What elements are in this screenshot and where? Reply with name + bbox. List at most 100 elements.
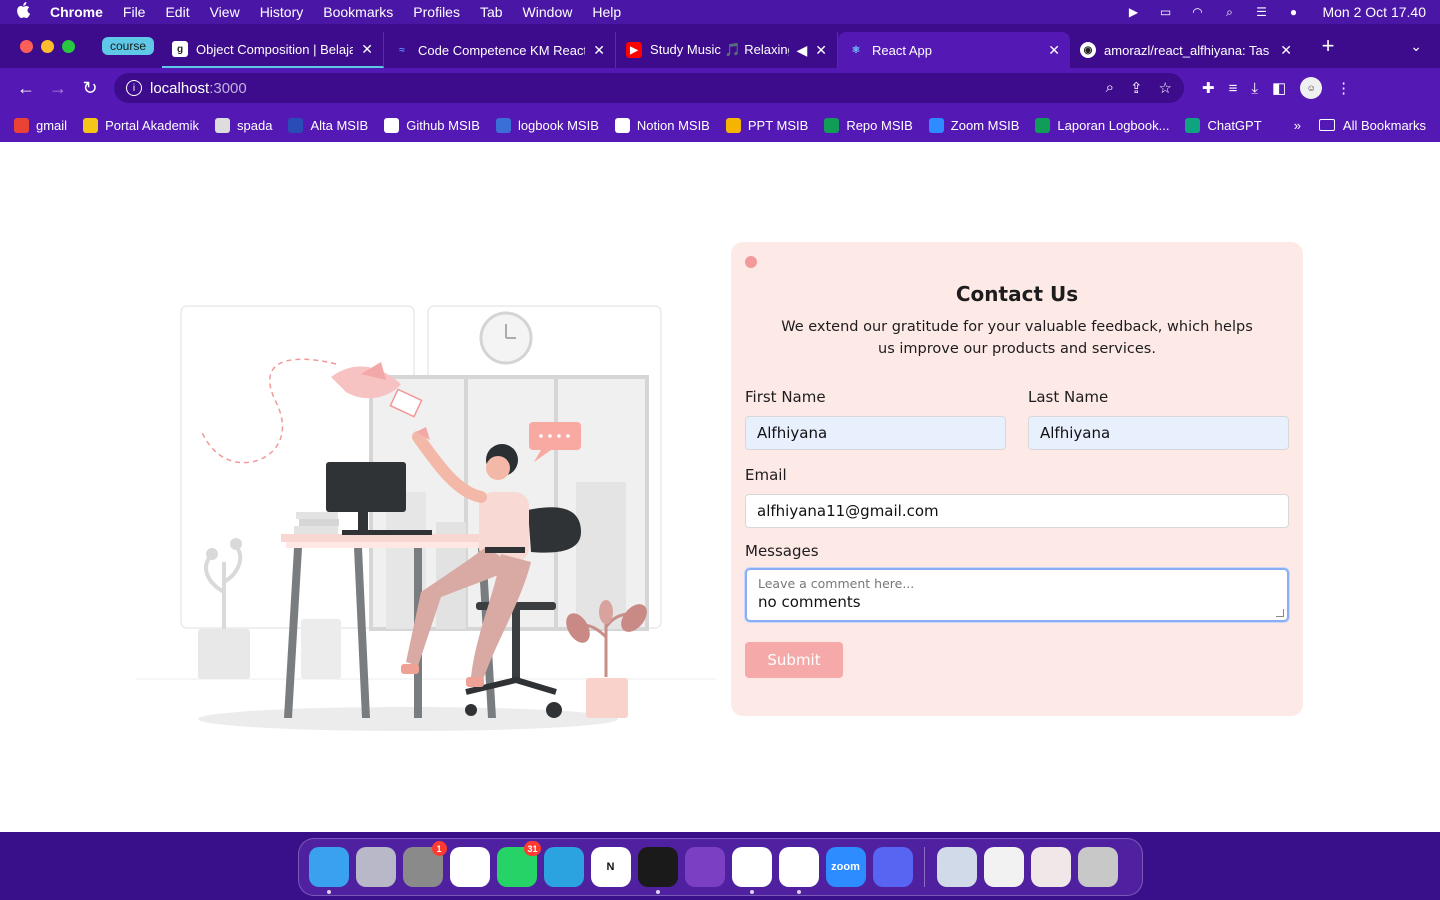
- tab-study-music[interactable]: ▶ Study Music 🎵 Relaxing ◀ ✕: [616, 32, 839, 68]
- bookmark-item[interactable]: Repo MSIB: [824, 117, 913, 133]
- back-icon[interactable]: ←: [10, 78, 42, 99]
- close-window-button[interactable]: [20, 39, 33, 53]
- bookmark-item[interactable]: Alta MSIB: [288, 117, 368, 133]
- last-name-input[interactable]: Alfhiyana: [1028, 416, 1289, 450]
- chatgpt-icon: [1185, 117, 1201, 133]
- wifi-icon[interactable]: ◠: [1188, 5, 1206, 19]
- extensions-icon[interactable]: ✚: [1202, 79, 1215, 97]
- dock-separator: [924, 847, 925, 887]
- bookmark-item[interactable]: ChatGPT: [1185, 117, 1262, 133]
- play-icon[interactable]: ▶: [1124, 5, 1142, 19]
- downloads-stack-icon[interactable]: [1030, 847, 1071, 887]
- tab-github-repo[interactable]: ◉ amorazl/react_alfhiyana: Tas ✕: [1070, 32, 1302, 68]
- vscode-icon[interactable]: [731, 847, 772, 894]
- textedit-icon[interactable]: [983, 847, 1024, 887]
- email-input[interactable]: alfhiyana11@gmail.com: [745, 494, 1289, 528]
- audio-icon[interactable]: ◀: [797, 42, 808, 59]
- app-name[interactable]: Chrome: [50, 4, 103, 20]
- zoom-icon[interactable]: ⌕: [1106, 79, 1114, 97]
- bookmark-item[interactable]: Notion MSIB: [614, 117, 710, 133]
- submit-button[interactable]: Submit: [745, 642, 843, 678]
- slack-icon[interactable]: [449, 847, 490, 887]
- url-port: :3000: [209, 79, 247, 97]
- menu-view[interactable]: View: [210, 4, 240, 20]
- tab-search-icon[interactable]: ⌄: [1410, 38, 1422, 55]
- whatsapp-icon[interactable]: 31: [496, 841, 541, 887]
- bookmark-star-icon[interactable]: ☆: [1159, 79, 1172, 97]
- media-controls-icon[interactable]: ≡: [1229, 80, 1238, 97]
- terminal-icon[interactable]: [637, 847, 678, 894]
- preview-icon[interactable]: [936, 847, 977, 887]
- tab-title: Code Competence KM React: [418, 42, 586, 58]
- side-panel-icon[interactable]: ◧: [1272, 79, 1286, 97]
- bookmark-item[interactable]: logbook MSIB: [495, 117, 599, 133]
- menu-tab[interactable]: Tab: [480, 4, 503, 20]
- menu-help[interactable]: Help: [592, 4, 621, 20]
- bookmark-item[interactable]: Zoom MSIB: [928, 117, 1019, 133]
- zoom-icon[interactable]: zoom: [825, 847, 866, 887]
- first-name-input[interactable]: Alfhiyana: [745, 416, 1006, 450]
- bookmark-item[interactable]: Portal Akademik: [83, 117, 199, 133]
- menu-window[interactable]: Window: [523, 4, 573, 20]
- bookmarks-overflow-button[interactable]: »: [1294, 118, 1301, 133]
- email-label: Email: [745, 466, 787, 484]
- resize-handle-icon[interactable]: [1276, 609, 1284, 617]
- bookmark-label: Repo MSIB: [846, 117, 913, 133]
- battery-icon[interactable]: ▭: [1156, 5, 1174, 19]
- menu-profiles[interactable]: Profiles: [413, 4, 460, 20]
- last-name-group: Last Name Alfhiyana: [1028, 388, 1289, 450]
- forward-icon[interactable]: →: [42, 78, 74, 99]
- control-center-icon[interactable]: ☰: [1252, 5, 1270, 19]
- address-bar[interactable]: i localhost :3000 ⌕ ⇪ ☆: [114, 73, 1184, 103]
- running-indicator: [655, 890, 660, 894]
- discord-icon[interactable]: [872, 847, 913, 887]
- trash-icon[interactable]: [1077, 847, 1118, 887]
- share-icon[interactable]: ⇪: [1130, 79, 1143, 97]
- new-tab-button[interactable]: +: [1316, 33, 1340, 59]
- close-icon[interactable]: ✕: [361, 41, 373, 58]
- bookmark-label: Notion MSIB: [636, 117, 710, 133]
- notion-icon[interactable]: N: [590, 847, 631, 887]
- menu-file[interactable]: File: [123, 4, 146, 20]
- launchpad-icon[interactable]: [355, 847, 396, 887]
- minimize-window-button[interactable]: [41, 39, 54, 53]
- apple-icon[interactable]: [14, 2, 32, 22]
- sheets-icon: [824, 117, 840, 133]
- zoom-window-button[interactable]: [62, 39, 75, 53]
- github-desktop-icon[interactable]: [684, 847, 725, 887]
- close-icon[interactable]: ✕: [815, 42, 827, 59]
- site-info-icon[interactable]: i: [126, 80, 142, 96]
- sheets-icon: [1035, 117, 1051, 133]
- bookmark-item[interactable]: spada: [215, 117, 272, 133]
- tab-object-composition[interactable]: g Object Composition | Belajar ✕: [162, 32, 385, 68]
- siri-icon[interactable]: ●: [1284, 5, 1302, 19]
- bookmark-item[interactable]: Laporan Logbook...: [1035, 117, 1169, 133]
- system-settings-icon[interactable]: 1: [402, 841, 447, 887]
- close-icon[interactable]: ✕: [593, 42, 605, 59]
- clock[interactable]: Mon 2 Oct 17.40: [1322, 4, 1426, 20]
- tab-react-app[interactable]: ⚛ React App ✕: [838, 32, 1071, 68]
- finder-icon[interactable]: [308, 847, 349, 894]
- tab-code-competence[interactable]: ≈ Code Competence KM React ✕: [384, 32, 617, 68]
- bookmark-item[interactable]: PPT MSIB: [725, 117, 809, 133]
- menu-bookmarks[interactable]: Bookmarks: [323, 4, 393, 20]
- all-bookmarks-button[interactable]: All Bookmarks: [1318, 118, 1426, 133]
- bookmark-label: PPT MSIB: [747, 117, 809, 133]
- bookmark-item[interactable]: Github MSIB: [384, 117, 480, 133]
- reload-icon[interactable]: ↻: [74, 78, 106, 99]
- close-icon[interactable]: ✕: [1280, 42, 1292, 59]
- bookmark-label: ChatGPT: [1207, 117, 1262, 133]
- form-subtitle: We extend our gratitude for your valuabl…: [781, 319, 1253, 357]
- menu-icon[interactable]: ⋮: [1336, 79, 1351, 97]
- profile-avatar[interactable]: ☺: [1300, 77, 1323, 99]
- bookmark-item[interactable]: gmail: [14, 117, 67, 133]
- tab-group-label[interactable]: course: [102, 37, 155, 55]
- menu-edit[interactable]: Edit: [165, 4, 189, 20]
- chrome-icon[interactable]: [778, 847, 819, 894]
- downloads-icon[interactable]: ⤓: [1251, 80, 1258, 97]
- messages-textarea[interactable]: Leave a comment here... no comments: [745, 568, 1289, 622]
- menu-history[interactable]: History: [260, 4, 304, 20]
- spotlight-icon[interactable]: ⌕: [1220, 5, 1238, 19]
- telegram-icon[interactable]: [543, 847, 584, 887]
- close-icon[interactable]: ✕: [1048, 42, 1060, 59]
